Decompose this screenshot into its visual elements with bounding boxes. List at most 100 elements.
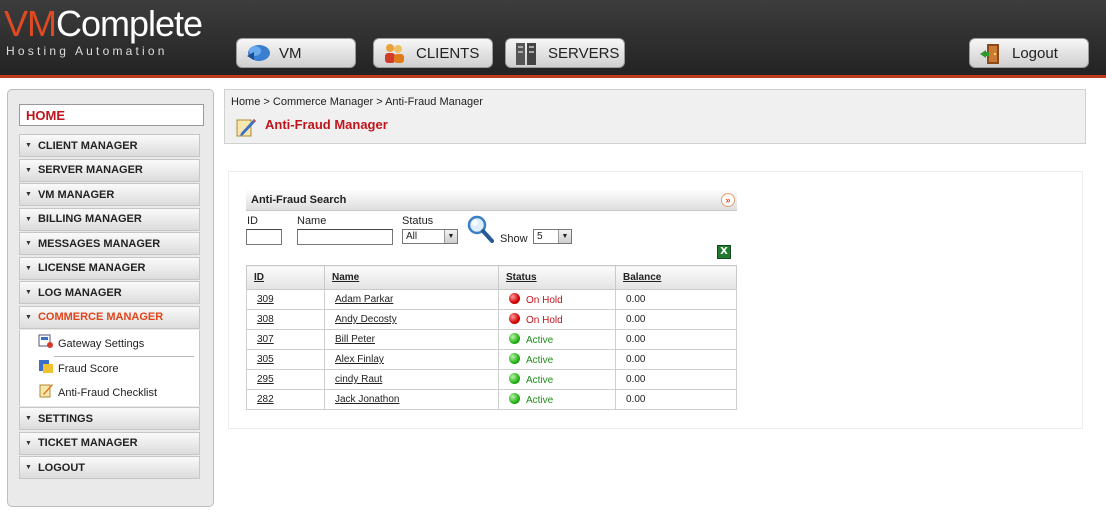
caret-down-icon: ▼ (25, 166, 32, 174)
caret-down-icon: ▼ (25, 191, 32, 198)
submenu-gateway-settings[interactable]: Gateway Settings (20, 332, 199, 356)
show-label: Show (500, 233, 528, 245)
sidebar-item-label: CLIENT MANAGER (37, 139, 138, 152)
search-magnifier-icon[interactable] (466, 214, 494, 244)
sidebar-item-log-manager[interactable]: ▼ LOG MANAGER (19, 281, 200, 304)
search-panel-header: Anti-Fraud Search » (246, 190, 737, 211)
servers-nav-label: SERVERS (548, 44, 620, 62)
row-id-link[interactable]: 307 (246, 329, 325, 350)
submenu-fraud-score[interactable]: Fraud Score (20, 357, 199, 381)
submenu-label: Fraud Score (58, 363, 119, 375)
row-name-link[interactable]: Jack Jonathon (324, 389, 499, 410)
row-name-link[interactable]: Alex Finlay (324, 349, 499, 370)
sidebar-item-commerce-manager[interactable]: ▼ COMMERCE MANAGER (19, 305, 200, 329)
commerce-submenu: Gateway Settings Fraud Score Anti-Fraud … (19, 330, 200, 406)
column-header-balance[interactable]: Balance (615, 265, 737, 290)
submenu-anti-fraud-checklist[interactable]: Anti-Fraud Checklist (20, 381, 199, 405)
collapse-chevron-icon[interactable]: » (721, 193, 735, 207)
column-header-name[interactable]: Name (324, 265, 499, 290)
page-title: Anti-Fraud Manager (265, 117, 388, 132)
status-select[interactable]: All ▼ (402, 229, 458, 244)
caret-down-icon: ▼ (25, 464, 32, 471)
show-select[interactable]: 5 ▼ (533, 229, 572, 244)
sidebar-item-label: LICENSE MANAGER (37, 262, 146, 274)
servers-nav-button[interactable]: SERVERS (505, 38, 625, 68)
caret-down-icon: ▼ (25, 142, 32, 149)
row-id-link[interactable]: 295 (246, 369, 325, 390)
sidebar-item-client-manager[interactable]: ▼ CLIENT MANAGER (19, 134, 200, 157)
row-status: On Hold (498, 289, 616, 310)
submenu-label: Gateway Settings (58, 338, 145, 350)
clients-icon (382, 42, 406, 64)
sidebar-item-label: VM MANAGER (37, 188, 115, 201)
table-row: 309 Adam Parkar On Hold 0.00 (246, 289, 737, 310)
row-name-link[interactable]: cindy Raut (324, 369, 499, 390)
name-input[interactable] (297, 229, 393, 245)
row-status-text: Active (526, 375, 554, 386)
submenu-label: Anti-Fraud Checklist (58, 387, 158, 399)
sidebar-item-settings[interactable]: ▼ SETTINGS (19, 407, 200, 430)
column-header-id[interactable]: ID (246, 265, 325, 290)
search-panel-title: Anti-Fraud Search (251, 194, 347, 206)
row-balance: 0.00 (615, 369, 737, 390)
logo-brand-complete: Complete (56, 3, 203, 44)
fraud-score-icon (38, 358, 54, 374)
vm-nav-button[interactable]: VM (236, 38, 356, 68)
page-header-panel: Home > Commerce Manager > Anti-Fraud Man… (224, 89, 1086, 144)
status-green-dot-icon (509, 373, 520, 384)
sidebar-item-label: TICKET MANAGER (37, 437, 138, 449)
id-input[interactable] (246, 229, 282, 245)
sidebar-item-messages-manager[interactable]: ▼ MESSAGES MANAGER (19, 232, 200, 255)
status-green-dot-icon (509, 333, 520, 344)
row-balance: 0.00 (615, 389, 737, 410)
logout-door-icon (978, 42, 1002, 64)
caret-down-icon: ▼ (25, 313, 32, 321)
excel-export-icon[interactable]: X (717, 245, 731, 259)
row-id-link[interactable]: 308 (246, 309, 325, 330)
vm-nav-label: VM (279, 44, 302, 62)
caret-down-icon: ▼ (25, 264, 32, 272)
logo-brand-vm: VM (4, 3, 57, 44)
sidebar-item-license-manager[interactable]: ▼ LICENSE MANAGER (19, 256, 200, 280)
row-balance: 0.00 (615, 289, 737, 310)
row-name-link[interactable]: Adam Parkar (324, 289, 499, 310)
status-label: Status (402, 215, 434, 227)
sidebar-item-label: SERVER MANAGER (37, 164, 143, 176)
caret-down-icon: ▼ (25, 289, 32, 296)
column-header-status[interactable]: Status (498, 265, 616, 290)
sidebar-item-ticket-manager[interactable]: ▼ TICKET MANAGER (19, 431, 200, 455)
anti-fraud-pencil-icon (234, 115, 258, 139)
sidebar-item-server-manager[interactable]: ▼ SERVER MANAGER (19, 158, 200, 182)
table-row: 295 cindy Raut Active 0.00 (246, 369, 737, 390)
row-status: Active (498, 329, 616, 350)
sidebar-home[interactable]: HOME (19, 104, 204, 126)
row-status: On Hold (498, 309, 616, 330)
id-label: ID (247, 215, 258, 227)
sidebar-item-logout[interactable]: ▼ LOGOUT (19, 456, 200, 479)
dropdown-arrow-icon: ▼ (444, 230, 457, 243)
row-status: Active (498, 349, 616, 370)
clients-nav-button[interactable]: CLIENTS (373, 38, 493, 68)
checklist-pencil-icon (38, 382, 54, 398)
dropdown-arrow-icon: ▼ (558, 230, 571, 243)
row-status-text: On Hold (526, 315, 563, 326)
row-status-text: Active (526, 395, 554, 406)
row-name-link[interactable]: Andy Decosty (324, 309, 499, 330)
row-status: Active (498, 389, 616, 410)
sidebar-item-billing-manager[interactable]: ▼ BILLING MANAGER (19, 207, 200, 231)
table-row: 305 Alex Finlay Active 0.00 (246, 349, 737, 370)
sidebar-item-vm-manager[interactable]: ▼ VM MANAGER (19, 183, 200, 206)
logout-button[interactable]: Logout (969, 38, 1089, 68)
logo-tagline: Hosting Automation (6, 44, 168, 58)
row-name-link[interactable]: Bill Peter (324, 329, 499, 350)
sidebar-menu: ▼ CLIENT MANAGER ▼ SERVER MANAGER ▼ VM MANA… (19, 134, 200, 481)
row-balance: 0.00 (615, 329, 737, 350)
row-id-link[interactable]: 309 (246, 289, 325, 310)
vm-cloud-icon (245, 42, 270, 64)
table-header-row: ID Name Status Balance (246, 265, 737, 290)
row-id-link[interactable]: 282 (246, 389, 325, 410)
row-id-link[interactable]: 305 (246, 349, 325, 370)
caret-down-icon: ▼ (25, 415, 32, 422)
top-header: VMComplete Hosting Automation VM CLIENTS… (0, 0, 1106, 78)
sidebar-item-label: SETTINGS (37, 412, 93, 425)
